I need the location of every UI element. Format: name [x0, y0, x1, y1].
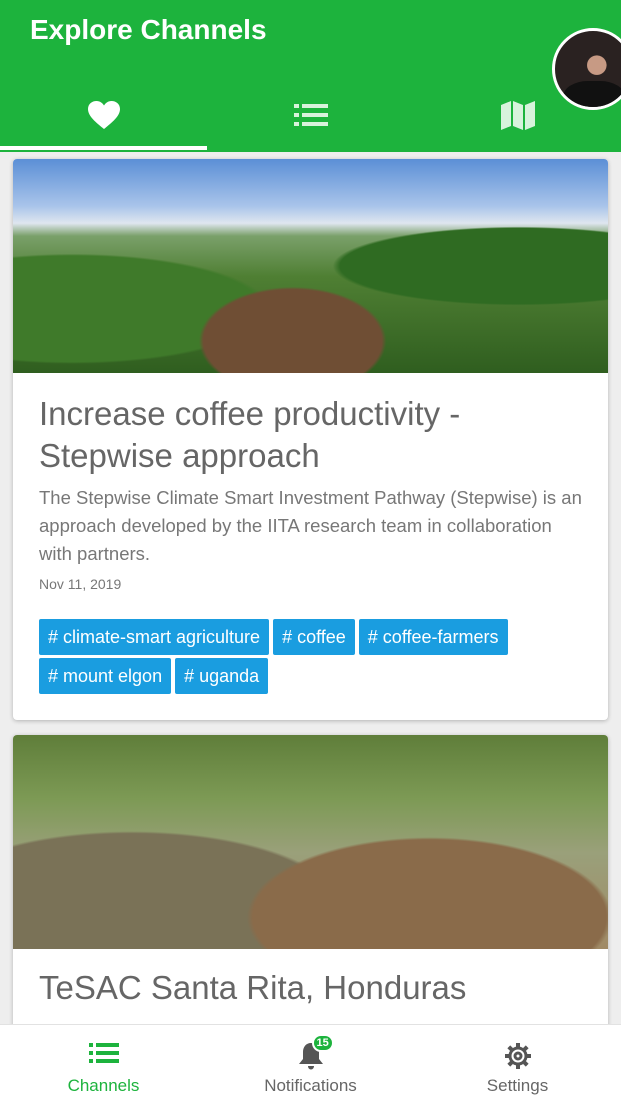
- bottom-navigation: Channels 15 Notifications Settings: [0, 1024, 621, 1104]
- map-icon: [500, 101, 535, 130]
- card-image: [13, 735, 608, 949]
- tag-chip[interactable]: # climate-smart agriculture: [39, 619, 270, 655]
- top-tabs: [0, 78, 621, 152]
- nav-notifications[interactable]: 15 Notifications: [207, 1025, 414, 1104]
- card-description: The Stepwise Climate Smart Investment Pa…: [39, 487, 582, 564]
- list-icon: [88, 1043, 119, 1063]
- tag-chip[interactable]: # coffee-farmers: [358, 619, 508, 655]
- nav-label: Settings: [486, 1076, 549, 1095]
- channel-feed: Increase coffee productivity - Stepwise …: [0, 152, 621, 1024]
- heart-icon: [87, 101, 120, 129]
- card-title: Increase coffee productivity - Stepwise …: [39, 395, 461, 474]
- list-icon: [293, 104, 328, 126]
- gear-icon: [504, 1043, 531, 1069]
- nav-settings[interactable]: Settings: [414, 1025, 621, 1104]
- tab-favorites[interactable]: [0, 78, 207, 152]
- channel-card[interactable]: Increase coffee productivity - Stepwise …: [13, 159, 608, 720]
- nav-channels[interactable]: Channels: [0, 1025, 207, 1104]
- card-image: [13, 159, 608, 373]
- channel-card[interactable]: TeSAC Santa Rita, Honduras: [13, 735, 608, 1024]
- tag-chip[interactable]: # uganda: [175, 658, 269, 694]
- app-bar: Explore Channels: [0, 0, 621, 152]
- tag-chip[interactable]: # mount elgon: [39, 658, 172, 694]
- tab-list[interactable]: [207, 78, 414, 152]
- card-date: Nov 11, 2019: [39, 576, 122, 592]
- nav-label: Notifications: [264, 1076, 357, 1095]
- tab-indicator: [0, 146, 207, 150]
- page-title: Explore Channels: [30, 14, 267, 45]
- tag-list: # climate-smart agriculture # coffee # c…: [39, 619, 599, 694]
- notification-badge: 15: [311, 1034, 334, 1052]
- tag-chip[interactable]: # coffee: [273, 619, 355, 655]
- card-title: TeSAC Santa Rita, Honduras: [39, 969, 467, 1006]
- avatar[interactable]: [552, 28, 621, 110]
- nav-label: Channels: [67, 1076, 140, 1095]
